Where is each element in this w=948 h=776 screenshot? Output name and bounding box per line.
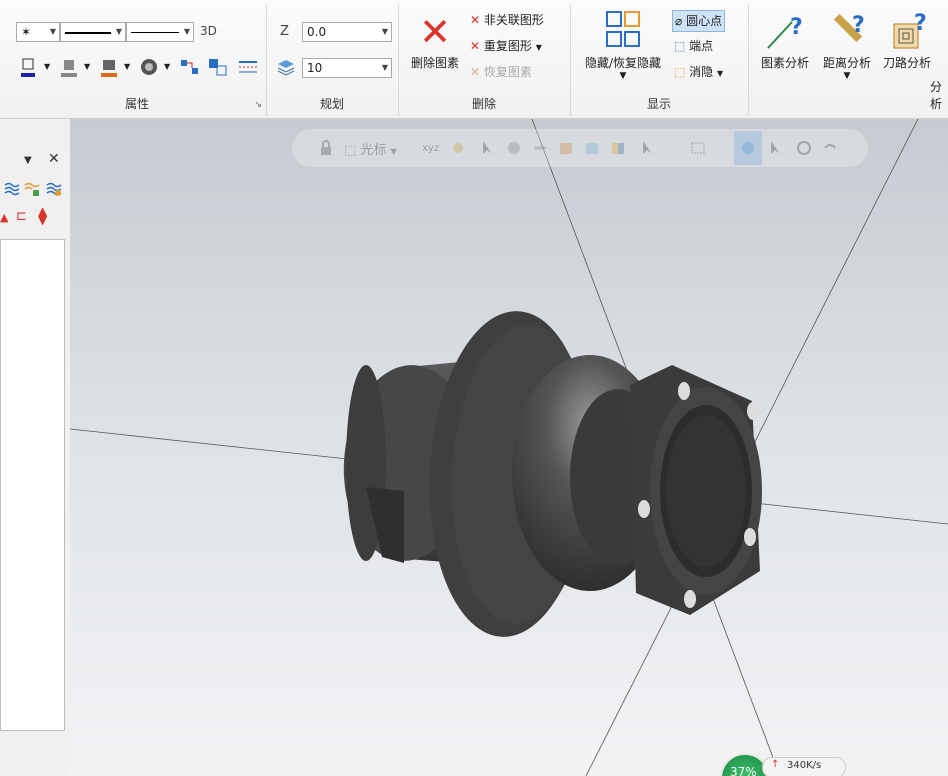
distance-analysis-button[interactable]: ? 距离分析 ▼ bbox=[818, 10, 876, 81]
regenerate-dirty-icon[interactable] bbox=[46, 181, 62, 200]
line-style-preview bbox=[65, 32, 111, 34]
chevron-down-icon: ▼ bbox=[381, 63, 388, 72]
line-width-combo[interactable]: ▼ bbox=[126, 22, 194, 42]
move-updown-icon[interactable]: ▲ ▼ bbox=[38, 205, 47, 226]
network-status-widget[interactable]: 37% ↑ 340K/s bbox=[720, 753, 848, 776]
duplicate-geometry-button[interactable]: ✕ 重复图形 ▼ bbox=[470, 36, 542, 56]
surface-color-icon[interactable] bbox=[60, 58, 77, 77]
chevron-down-icon: ▼ bbox=[381, 27, 388, 36]
delete-x-icon: ✕ bbox=[419, 10, 451, 54]
chevron-down-icon: ▼ bbox=[49, 27, 56, 36]
endpoint-button[interactable]: ⬚ 端点 bbox=[674, 36, 713, 56]
level-value: 10 bbox=[307, 61, 323, 75]
attributes-group: ✶ ▼ ▼ ▼ 3D ▼ ▼ ▼ ▼ 属性 ↘ bbox=[8, 4, 267, 116]
toolpath-icon: ? bbox=[878, 10, 936, 54]
material-sphere-icon[interactable] bbox=[140, 58, 157, 75]
level-input[interactable]: 10 ▼ bbox=[302, 58, 392, 78]
planning-group-label: 规划 bbox=[319, 97, 344, 111]
restore-icon: ✕ bbox=[470, 65, 481, 79]
panel-close-icon[interactable]: ✕ bbox=[48, 151, 60, 167]
chevron-down-icon: ▼ bbox=[843, 71, 851, 81]
level-layers-icon bbox=[276, 58, 295, 76]
delete-entity-button[interactable]: ✕ 删除图素 bbox=[404, 10, 466, 71]
graphics-viewport[interactable]: ⬚ 光标 ▼ xyz 37% ↑ 340K/s bbox=[70, 119, 948, 776]
entity-analysis-button[interactable]: ? 图素分析 bbox=[754, 10, 816, 71]
select-dirty-icon[interactable] bbox=[24, 181, 40, 200]
hide-restore-icon bbox=[574, 10, 672, 54]
cpu-percent: 37% bbox=[730, 765, 757, 776]
point-style-symbol: ✶ bbox=[21, 25, 32, 39]
solid-model bbox=[343, 311, 762, 637]
analysis-group: ? 图素分析 ? 距离分析 ▼ ? 刀路分析 分析 bbox=[748, 4, 948, 116]
line-width-preview bbox=[131, 32, 179, 33]
planning-group: Z 0.0 ▼ 10 ▼ 规划 bbox=[266, 4, 399, 116]
operations-tree-area[interactable] bbox=[0, 239, 65, 731]
line-style-combo[interactable]: ▼ bbox=[60, 22, 126, 42]
eliminate-button[interactable]: ⬚ 消隐 ▼ bbox=[674, 62, 723, 82]
z-depth-value: 0.0 bbox=[307, 25, 327, 39]
display-group: 隐藏/恢复隐藏 ▼ ⌀ 圆心点 ⬚ 端点 ⬚ 消隐 ▼ 显示 bbox=[570, 4, 749, 116]
nonassoc-icon: ✕ bbox=[470, 13, 481, 27]
center-point-icon: ⌀ bbox=[675, 14, 683, 28]
network-speed: 340K/s bbox=[787, 760, 822, 771]
set-all-attributes-icon[interactable] bbox=[208, 58, 227, 76]
dialog-launcher-icon[interactable]: ↘ bbox=[254, 100, 262, 110]
attributes-group-label: 属性 bbox=[124, 97, 149, 111]
duplicate-icon: ✕ bbox=[470, 39, 481, 53]
svg-text:?: ? bbox=[790, 15, 803, 40]
dropdown-arrow-icon[interactable]: ▼ bbox=[124, 62, 140, 78]
dropdown-arrow-icon[interactable]: ▼ bbox=[84, 62, 100, 78]
delete-entity-label: 删除图素 bbox=[410, 56, 459, 70]
ruler-icon: ? bbox=[818, 10, 876, 54]
delete-group: ✕ 删除图素 ✕ 非关联图形 ✕ 重复图形 ▼ ✕ 恢复图素 删除 bbox=[398, 4, 571, 116]
chevron-down-icon: ▼ bbox=[183, 27, 190, 36]
move-up-icon[interactable]: ▲ bbox=[0, 211, 8, 224]
hide-restore-label: 隐藏/恢复隐藏 bbox=[584, 56, 662, 70]
z-depth-input[interactable]: 0.0 ▼ bbox=[302, 22, 392, 42]
nonassoc-geometry-button[interactable]: ✕ 非关联图形 bbox=[470, 10, 544, 30]
z-depth-label: Z bbox=[280, 24, 289, 39]
dropdown-arrow-icon[interactable]: ▼ bbox=[164, 62, 180, 78]
svg-text:?: ? bbox=[852, 13, 865, 38]
restore-entity-button[interactable]: ✕ 恢复图素 bbox=[470, 62, 532, 82]
chevron-down-icon: ▼ bbox=[717, 69, 724, 78]
analysis-group-label: 分析 bbox=[930, 80, 943, 111]
upload-arrow-icon: ↑ bbox=[771, 759, 780, 770]
endpoint-icon: ⬚ bbox=[674, 39, 686, 53]
wireframe-color-icon[interactable] bbox=[20, 58, 36, 77]
toolpath-analysis-button[interactable]: ? 刀路分析 bbox=[878, 10, 936, 71]
speed-pill: ↑ 340K/s bbox=[762, 757, 846, 776]
solid-color-icon[interactable] bbox=[100, 58, 117, 77]
delete-group-label: 删除 bbox=[471, 97, 496, 111]
mode-3d-button[interactable]: 3D bbox=[200, 24, 217, 38]
regenerate-all-icon[interactable] bbox=[4, 181, 20, 200]
point-style-combo[interactable]: ✶ ▼ bbox=[16, 22, 60, 42]
insert-arrow-icon[interactable]: ⊏ bbox=[16, 209, 27, 224]
left-manager-panel: ▼ ✕ ▲ ⊏ ▲ ▼ bbox=[0, 119, 71, 776]
chevron-down-icon: ▼ bbox=[619, 71, 627, 81]
display-group-label: 显示 bbox=[646, 97, 671, 111]
entity-analysis-icon: ? bbox=[754, 10, 816, 54]
eliminate-icon: ⬚ bbox=[674, 65, 686, 79]
center-point-button[interactable]: ⌀ 圆心点 bbox=[672, 10, 726, 32]
line-attributes-icon[interactable] bbox=[238, 58, 257, 74]
panel-menu-arrow-icon[interactable]: ▼ bbox=[24, 155, 32, 166]
chevron-down-icon: ▼ bbox=[115, 27, 122, 36]
ribbon: ✶ ▼ ▼ ▼ 3D ▼ ▼ ▼ ▼ 属性 ↘ Z 0.0 ▼ 10 ▼ 规划 … bbox=[0, 0, 948, 119]
svg-text:?: ? bbox=[914, 11, 927, 36]
attribute-manager-icon[interactable] bbox=[180, 58, 198, 74]
dropdown-arrow-icon[interactable]: ▼ bbox=[44, 62, 60, 78]
hide-restore-button[interactable]: 隐藏/恢复隐藏 ▼ bbox=[574, 10, 672, 81]
chevron-down-icon: ▼ bbox=[535, 43, 542, 52]
